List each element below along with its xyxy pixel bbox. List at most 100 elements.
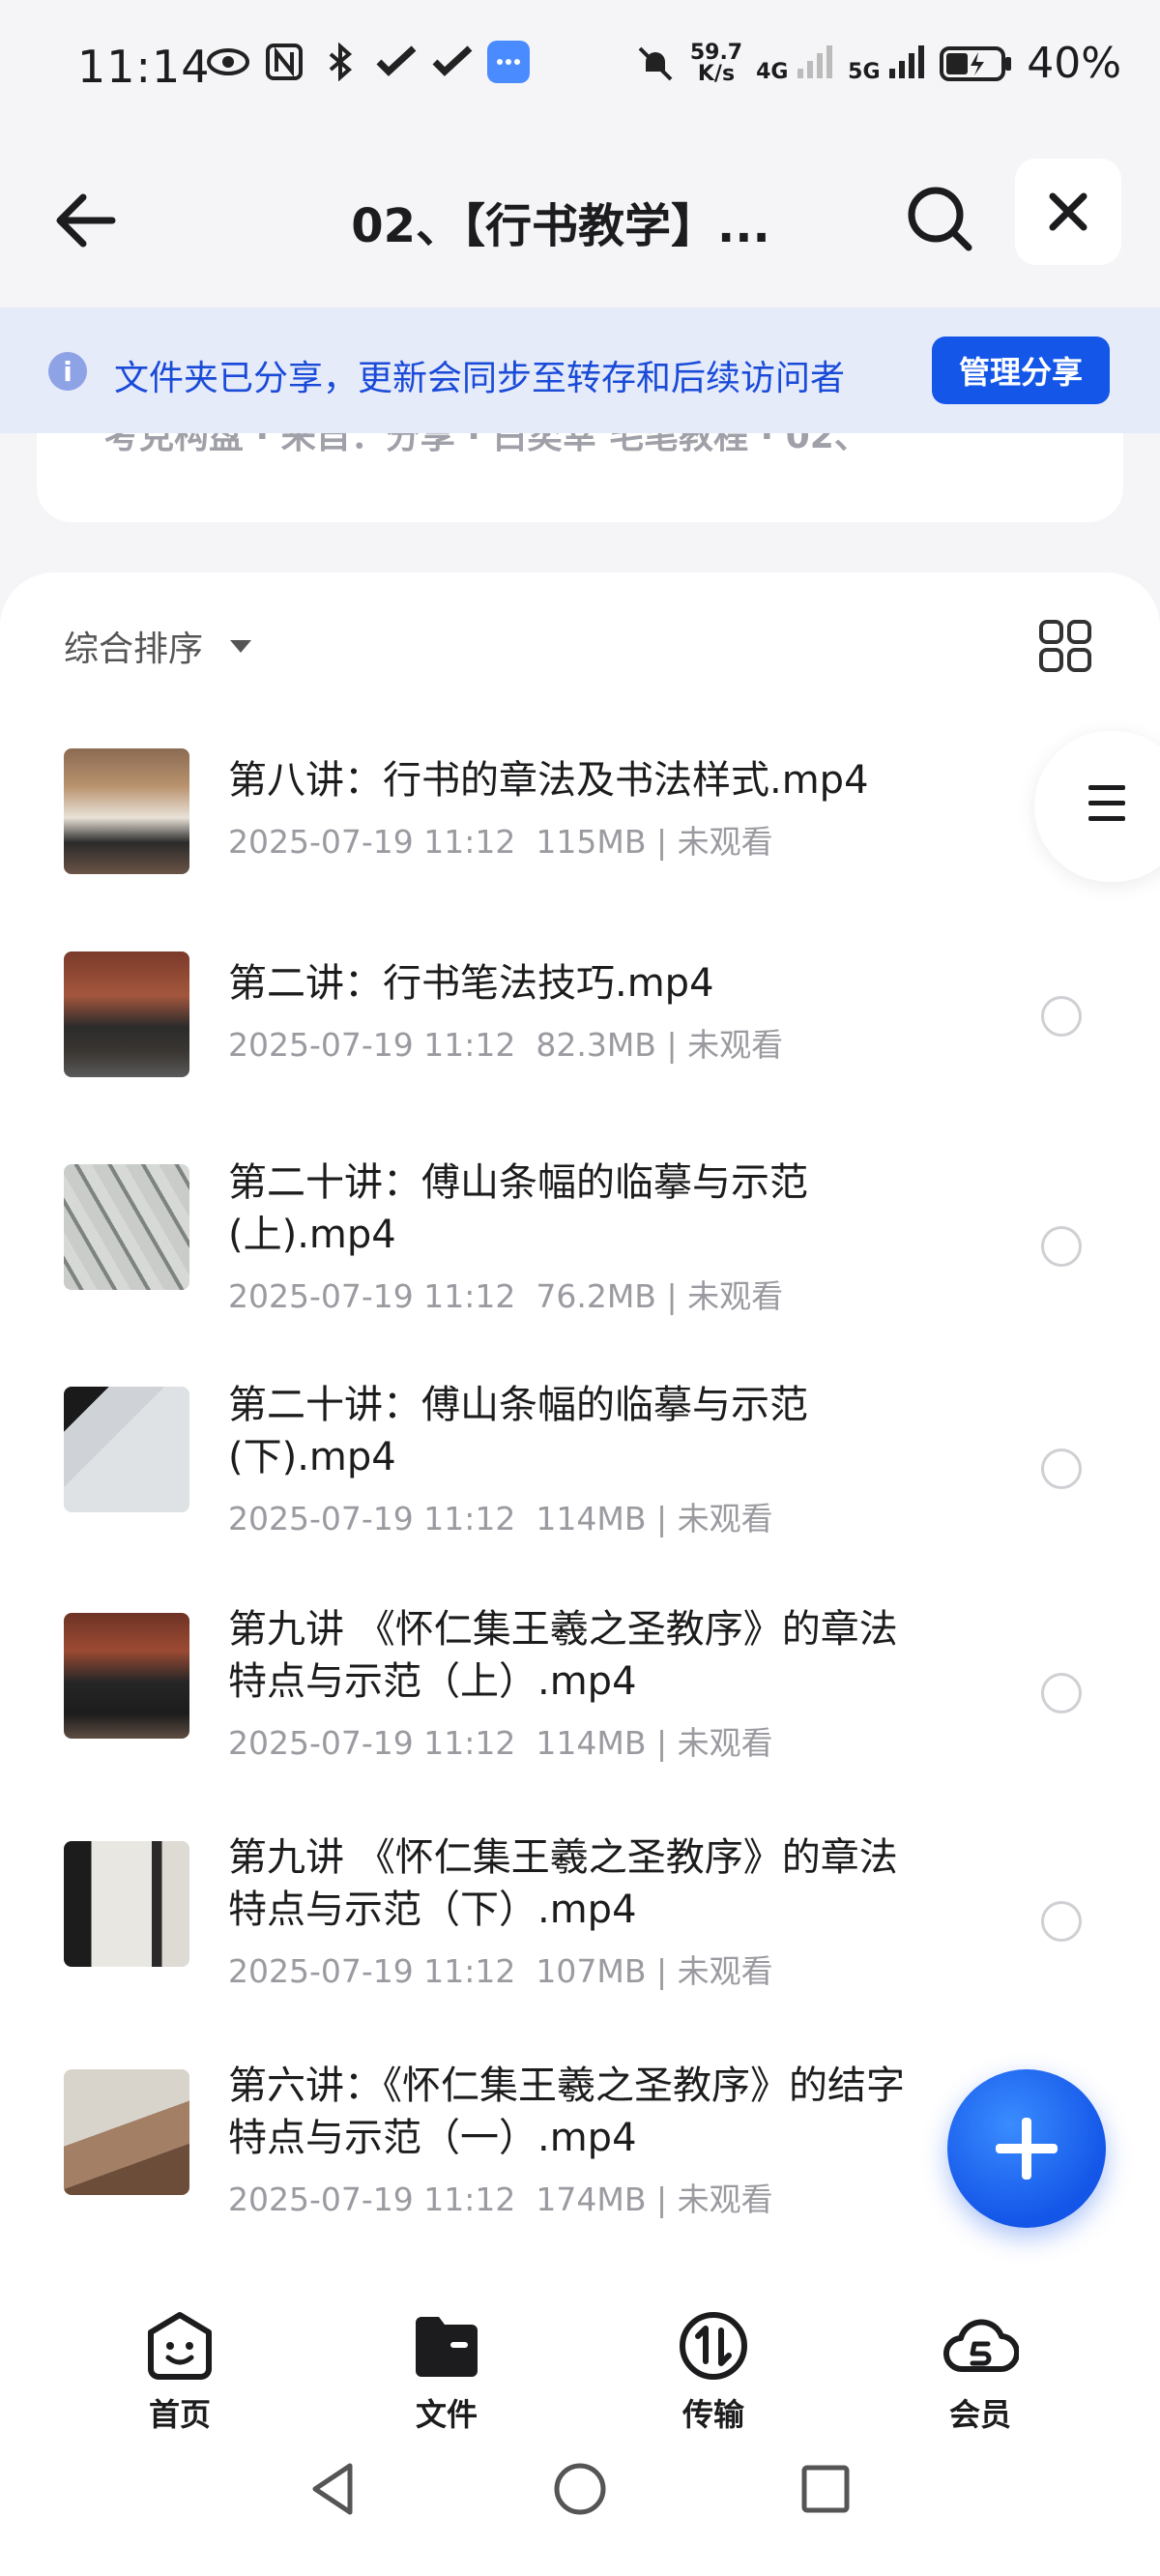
- select-radio[interactable]: [1041, 1901, 1082, 1942]
- top-app-bar: 02、【行书教学】...: [0, 145, 1160, 309]
- search-icon: [908, 187, 972, 251]
- system-back-icon[interactable]: [305, 2460, 363, 2518]
- mute-icon: [634, 43, 677, 85]
- file-meta: 2025-07-19 11:12 174MB | 未观看: [228, 2181, 773, 2218]
- nav-member-label: 会员: [948, 2396, 1011, 2433]
- file-meta: 2025-07-19 11:12 114MB | 未观看: [228, 1500, 773, 1537]
- system-nav-bar: [0, 2431, 1160, 2576]
- nav-member[interactable]: 会员: [893, 2307, 1067, 2435]
- search-button[interactable]: [901, 180, 978, 257]
- file-watch-status: 未观看: [687, 1277, 784, 1315]
- file-meta: 2025-07-19 11:12 115MB | 未观看: [228, 823, 773, 861]
- nav-home-label: 首页: [148, 2396, 211, 2433]
- eye-icon: [207, 41, 249, 83]
- share-banner-text: 文件夹已分享，更新会同步至转存和后续访问者: [114, 359, 846, 398]
- video-thumbnail: [64, 748, 189, 874]
- video-thumbnail: [64, 1387, 189, 1512]
- grid-view-icon: [1039, 620, 1091, 672]
- file-watch-status: 未观看: [677, 1724, 773, 1762]
- breadcrumb-text: 考克构盘 · 来自：分享 · 白奕幸 毛笔教程 · 02、: [104, 433, 869, 456]
- status-bar: 11:14 59.7 K/s 4G 5G 40%: [0, 0, 1160, 145]
- signal-bars-icon: [798, 44, 833, 78]
- nfc-icon: [263, 41, 305, 83]
- file-size: 114MB: [536, 1500, 647, 1537]
- file-meta: 2025-07-19 11:12 107MB | 未观看: [228, 1952, 773, 1990]
- file-watch-status: 未观看: [677, 1500, 773, 1537]
- file-size: 114MB: [536, 1724, 647, 1762]
- nav-home[interactable]: 首页: [93, 2307, 267, 2435]
- arrow-left-icon: [56, 193, 116, 248]
- close-button[interactable]: [1015, 159, 1121, 265]
- signal-bars-icon: [889, 44, 925, 78]
- file-date: 2025-07-19 11:12: [228, 1277, 516, 1315]
- bluetooth-icon: [319, 41, 362, 83]
- battery-percent: 40%: [1027, 39, 1121, 88]
- file-watch-status: 未观看: [677, 1952, 773, 1990]
- file-watch-status: 未观看: [687, 1026, 784, 1064]
- battery-icon: [940, 43, 1013, 85]
- status-icons-right: 59.7 K/s 4G 5G 40%: [634, 39, 1121, 88]
- check-heart-icon: [375, 41, 418, 83]
- info-icon: i: [48, 352, 87, 391]
- folder-icon: [416, 2317, 478, 2377]
- file-watch-status: 未观看: [677, 2181, 773, 2218]
- file-name: 第九讲 《怀仁集王羲之圣教序》的章法特点与示范（下）.mp4: [228, 1835, 898, 1932]
- file-size: 115MB: [536, 823, 647, 861]
- select-radio[interactable]: [1041, 1673, 1082, 1713]
- chat-bubble-icon: [487, 41, 530, 83]
- file-date: 2025-07-19 11:12: [228, 1724, 516, 1762]
- share-banner: i 文件夹已分享，更新会同步至转存和后续访问者 管理分享: [0, 307, 1160, 433]
- manage-share-button[interactable]: 管理分享: [932, 337, 1110, 404]
- file-name: 第二十讲：傅山条幅的临摹与示范(下).mp4: [228, 1383, 808, 1479]
- file-meta: 2025-07-19 11:12 82.3MB | 未观看: [228, 1026, 784, 1064]
- nav-transfer[interactable]: 传输: [626, 2307, 800, 2435]
- file-name: 第九讲 《怀仁集王羲之圣教序》的章法特点与示范（上）.mp4: [228, 1607, 898, 1704]
- nav-transfer-label: 传输: [682, 2396, 744, 2433]
- file-row[interactable]: 第九讲 《怀仁集王羲之圣教序》的章法特点与示范（下）.mp4 2025-07-1…: [0, 1828, 1160, 2050]
- select-radio[interactable]: [1041, 1226, 1082, 1267]
- bottom-nav: 首页 文件 传输 会员: [0, 2296, 1160, 2433]
- select-radio[interactable]: [1041, 996, 1082, 1037]
- file-size: 76.2MB: [536, 1277, 656, 1315]
- menu-icon: [1088, 785, 1125, 832]
- sort-label: 综合排序: [64, 629, 204, 669]
- back-button[interactable]: [50, 182, 128, 259]
- file-row[interactable]: 第九讲 《怀仁集王羲之圣教序》的章法特点与示范（上）.mp4 2025-07-1…: [0, 1599, 1160, 1822]
- file-meta: 2025-07-19 11:12 114MB | 未观看: [228, 1724, 773, 1762]
- file-row[interactable]: 第二十讲：傅山条幅的临摹与示范(上).mp4 2025-07-19 11:12 …: [0, 1153, 1160, 1375]
- file-size: 174MB: [536, 2181, 647, 2218]
- file-size: 107MB: [536, 1952, 647, 1990]
- nav-files-label: 文件: [415, 2396, 478, 2433]
- cloud-member-icon: [943, 2319, 1020, 2373]
- status-icons-left: [207, 41, 530, 83]
- file-date: 2025-07-19 11:12: [228, 823, 516, 861]
- file-date: 2025-07-19 11:12: [228, 1026, 516, 1064]
- net-speed-unit: K/s: [697, 61, 736, 86]
- grid-view-button[interactable]: [1038, 619, 1092, 673]
- system-recents-icon[interactable]: [797, 2460, 855, 2518]
- file-row[interactable]: 第二讲：行书笔法技巧.mp4 2025-07-19 11:12 82.3MB |…: [0, 940, 1160, 1133]
- select-radio[interactable]: [1041, 1449, 1082, 1489]
- video-thumbnail: [64, 1164, 189, 1290]
- net-speed: 59.7 K/s: [689, 40, 743, 86]
- file-meta: 2025-07-19 11:12 76.2MB | 未观看: [228, 1277, 784, 1315]
- system-home-icon[interactable]: [551, 2460, 609, 2518]
- breadcrumb[interactable]: 考克构盘 · 来自：分享 · 白奕幸 毛笔教程 · 02、: [37, 433, 1123, 522]
- signal-4g-label: 4G: [756, 59, 789, 84]
- file-list-panel: 综合排序 第八讲：行书的章法及书法样式.mp4 2025-07-19 11:12…: [0, 572, 1160, 2296]
- file-row[interactable]: 第二十讲：傅山条幅的临摹与示范(下).mp4 2025-07-19 11:12 …: [0, 1375, 1160, 1597]
- add-fab-button[interactable]: [947, 2069, 1106, 2228]
- nav-files[interactable]: 文件: [360, 2307, 534, 2435]
- file-watch-status: 未观看: [677, 823, 773, 861]
- file-row[interactable]: 第八讲：行书的章法及书法样式.mp4 2025-07-19 11:12 115M…: [0, 737, 1160, 930]
- file-size: 82.3MB: [536, 1026, 656, 1064]
- file-name: 第二讲：行书笔法技巧.mp4: [228, 961, 714, 1006]
- file-date: 2025-07-19 11:12: [228, 2181, 516, 2218]
- close-icon: [1049, 192, 1088, 231]
- transfer-icon: [680, 2312, 747, 2380]
- sort-dropdown[interactable]: 综合排序: [64, 621, 252, 671]
- video-thumbnail: [64, 1613, 189, 1739]
- net-speed-value: 59.7: [689, 40, 743, 65]
- page-title: 02、【行书教学】...: [351, 199, 770, 253]
- video-thumbnail: [64, 1841, 189, 1967]
